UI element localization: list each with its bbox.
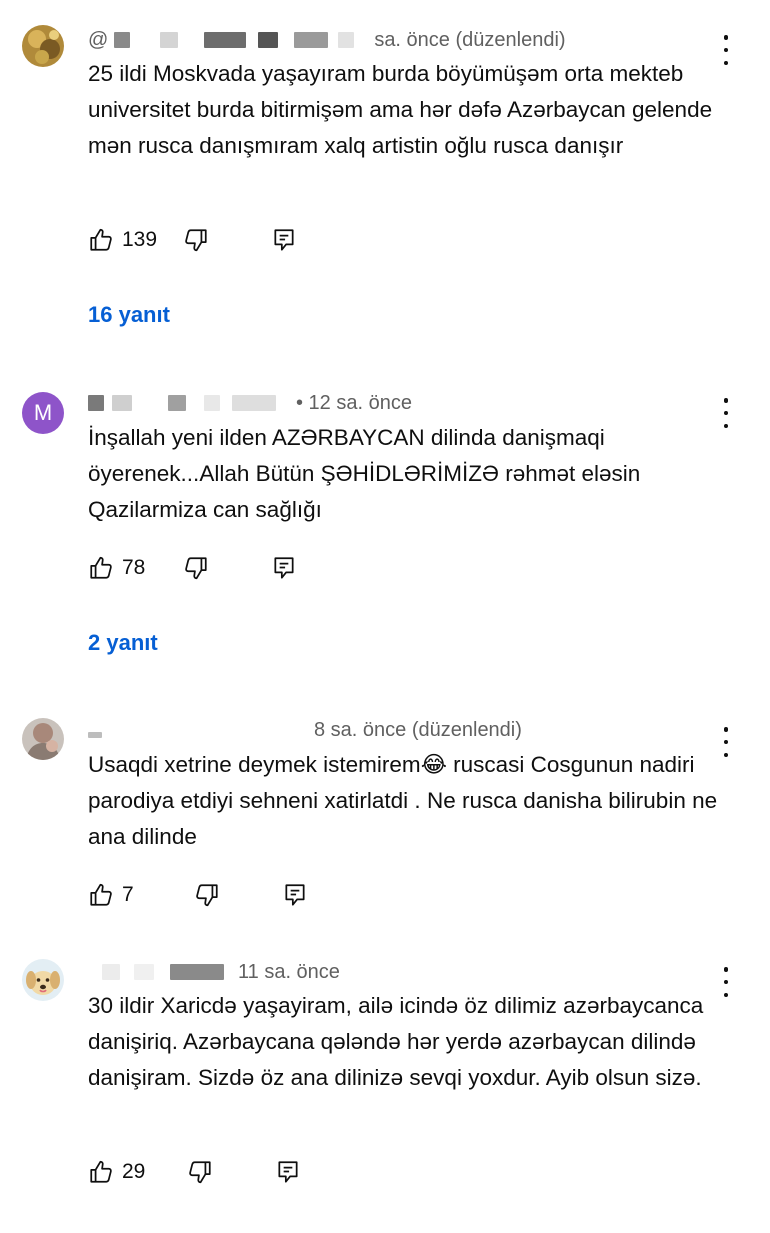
timestamp[interactable]: 11 sa. önce — [238, 961, 340, 984]
redacted-name — [232, 395, 276, 411]
like-button[interactable] — [88, 1159, 114, 1185]
redacted-name — [112, 395, 132, 411]
avatar[interactable] — [22, 959, 64, 1001]
redacted-name — [102, 964, 120, 980]
avatar-image — [22, 718, 64, 760]
comment-meta: @ sa. önce (düzenlendi) — [88, 27, 566, 53]
thumbs-up-icon — [90, 883, 112, 906]
reply-icon — [274, 229, 294, 251]
reply-icon — [285, 884, 305, 906]
comment-meta: • 12 sa. önce — [88, 390, 412, 416]
like-button[interactable] — [88, 227, 114, 253]
more-vert-icon — [723, 398, 729, 403]
redacted-name — [168, 395, 186, 411]
avatar-image — [22, 25, 64, 67]
more-vert-icon — [723, 35, 729, 40]
thumbs-up-icon — [90, 228, 112, 251]
author-name[interactable]: @ — [88, 29, 108, 52]
comment-meta: 8 sa. önce (düzenlendi) — [88, 717, 522, 743]
thumbs-down-icon — [195, 884, 218, 907]
view-replies-button[interactable]: 2 yanıt — [88, 630, 158, 656]
thumbs-up-icon — [90, 1160, 112, 1183]
like-count: 29 — [122, 1160, 146, 1183]
thumbs-down-icon — [189, 1161, 211, 1184]
like-button[interactable] — [88, 555, 114, 581]
like-count: 139 — [122, 228, 158, 251]
redacted-name — [258, 32, 279, 48]
timestamp[interactable]: sa. önce (düzenlendi) — [374, 29, 565, 52]
avatar-letter: M — [33, 400, 53, 425]
thumbs-down-icon — [185, 229, 207, 252]
redacted-name — [88, 732, 102, 738]
timestamp[interactable]: 8 sa. önce (düzenlendi) — [314, 719, 522, 742]
reply-button[interactable] — [282, 882, 308, 908]
more-vert-icon — [723, 727, 729, 732]
thumbs-up-icon — [90, 556, 112, 579]
like-count: 7 — [122, 883, 134, 906]
timestamp[interactable]: • 12 sa. önce — [296, 392, 412, 415]
redacted-name — [134, 964, 154, 980]
dislike-button[interactable] — [183, 227, 209, 253]
comment-text: 25 ildi Moskvada yaşayıram burda böyümüş… — [88, 61, 713, 158]
comment-text: 30 ildir Xaricdə yaşayiram, ailə icində … — [88, 993, 704, 1090]
redacted-name — [170, 964, 224, 980]
comment-actions: 139 — [88, 225, 297, 255]
avatar[interactable] — [22, 25, 64, 67]
comment-actions: 29 — [88, 1157, 301, 1187]
comment-meta: 11 sa. önce — [88, 959, 340, 985]
comment-actions: 78 — [88, 553, 297, 583]
reply-button[interactable] — [271, 227, 297, 253]
dislike-button[interactable] — [187, 1159, 213, 1185]
like-button[interactable] — [88, 882, 114, 908]
reply-icon — [278, 1161, 298, 1183]
view-replies-button[interactable]: 16 yanıt — [88, 302, 170, 328]
redacted-name — [114, 32, 131, 48]
redacted-name — [88, 395, 104, 411]
avatar[interactable]: M — [22, 392, 64, 434]
thumbs-down-icon — [185, 557, 207, 580]
redacted-name — [204, 395, 220, 411]
like-count: 78 — [122, 556, 146, 579]
comment-text: İnşallah yeni ilden AZƏRBAYCAN dilinda d… — [88, 425, 641, 522]
avatar-image — [22, 959, 64, 1001]
dislike-button[interactable] — [183, 555, 209, 581]
comment-text: Usaqdi xetrine deymek istemirem😂 ruscasi… — [88, 752, 718, 849]
reply-button[interactable] — [275, 1159, 301, 1185]
comment-actions: 7 — [88, 880, 308, 910]
reply-icon — [274, 557, 294, 579]
avatar[interactable] — [22, 718, 64, 760]
dislike-button[interactable] — [194, 882, 220, 908]
redacted-name — [294, 32, 329, 48]
more-vert-icon — [723, 967, 729, 972]
redacted-name — [204, 32, 247, 48]
redacted-name — [160, 32, 179, 48]
redacted-name — [338, 32, 355, 48]
reply-button[interactable] — [271, 555, 297, 581]
